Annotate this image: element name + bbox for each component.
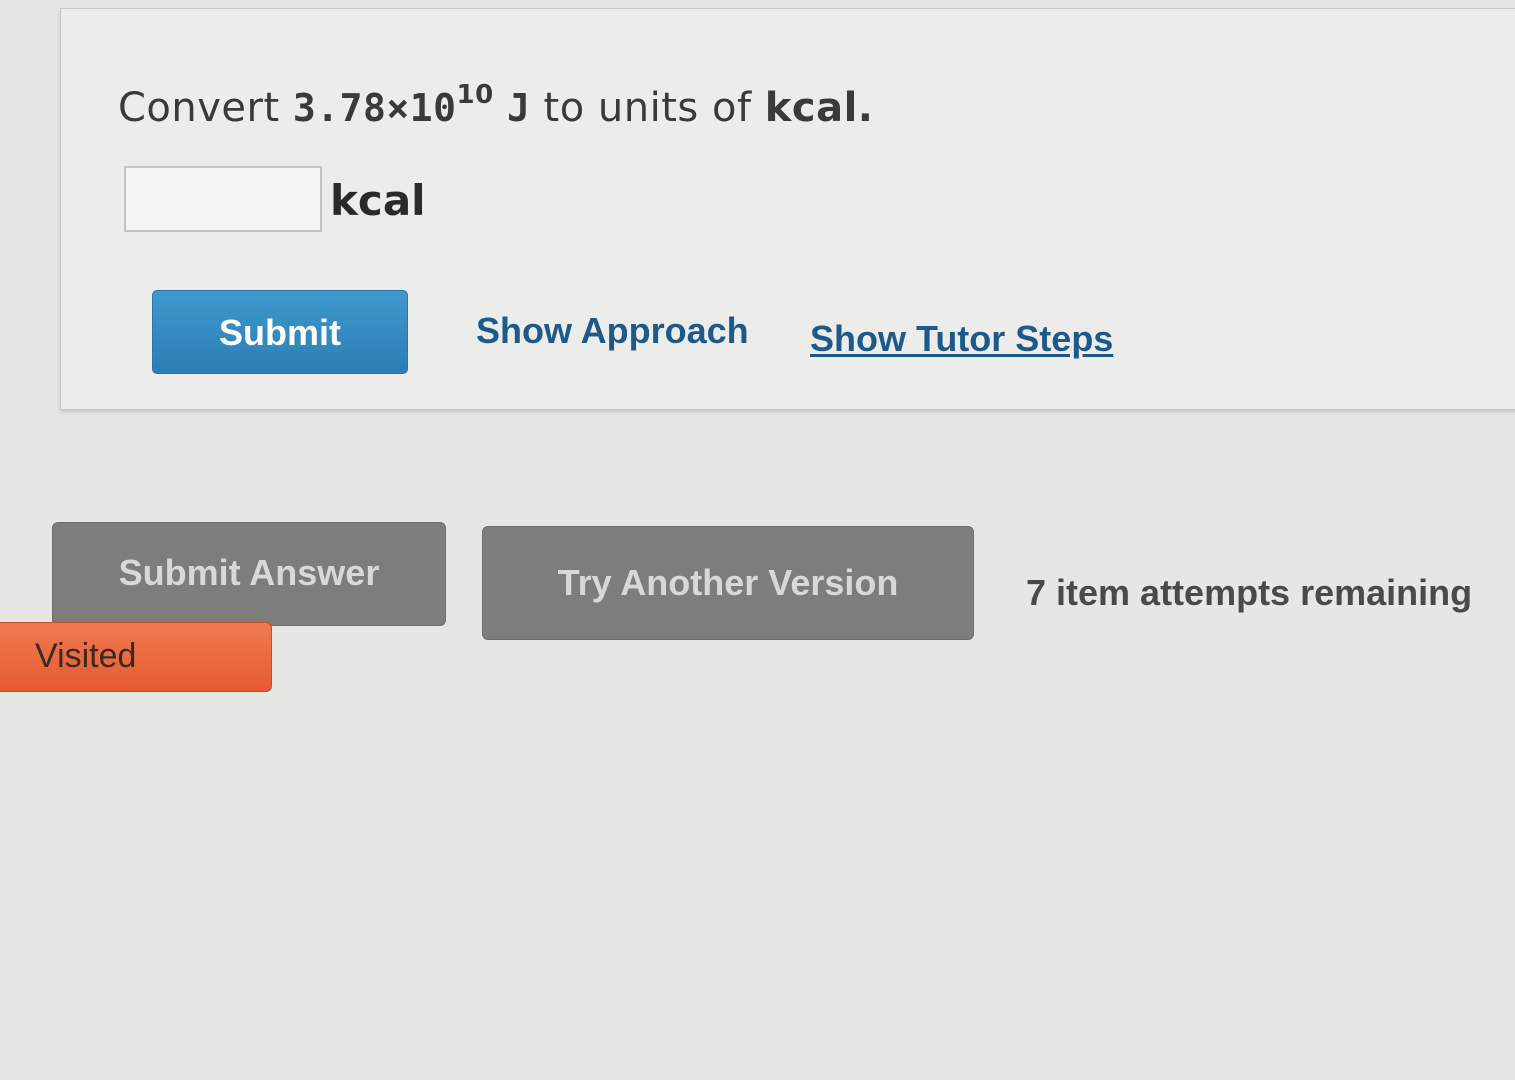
- prompt-from-unit: J: [506, 86, 531, 130]
- attempts-remaining-text: 7 item attempts remaining: [1026, 572, 1473, 613]
- try-another-version-button[interactable]: Try Another Version: [482, 526, 974, 640]
- prompt-target-unit: kcal: [764, 85, 858, 131]
- prompt-value: 3.78×10: [292, 86, 457, 130]
- submit-button[interactable]: Submit: [152, 290, 408, 374]
- visited-badge: Visited: [0, 622, 272, 692]
- question-prompt: Convert 3.78×1010 J to units of kcal.: [118, 80, 873, 131]
- show-approach-link[interactable]: Show Approach: [476, 310, 749, 352]
- prompt-prefix: Convert: [118, 85, 293, 131]
- prompt-exponent: 10: [456, 80, 494, 110]
- visited-label: Visited: [35, 637, 137, 675]
- show-tutor-steps-link[interactable]: Show Tutor Steps: [810, 318, 1113, 360]
- answer-input[interactable]: [124, 166, 322, 232]
- answer-unit-label: kcal: [330, 176, 426, 225]
- prompt-middle: to units of: [530, 85, 765, 131]
- prompt-suffix: .: [857, 85, 874, 131]
- submit-answer-button[interactable]: Submit Answer: [52, 522, 446, 626]
